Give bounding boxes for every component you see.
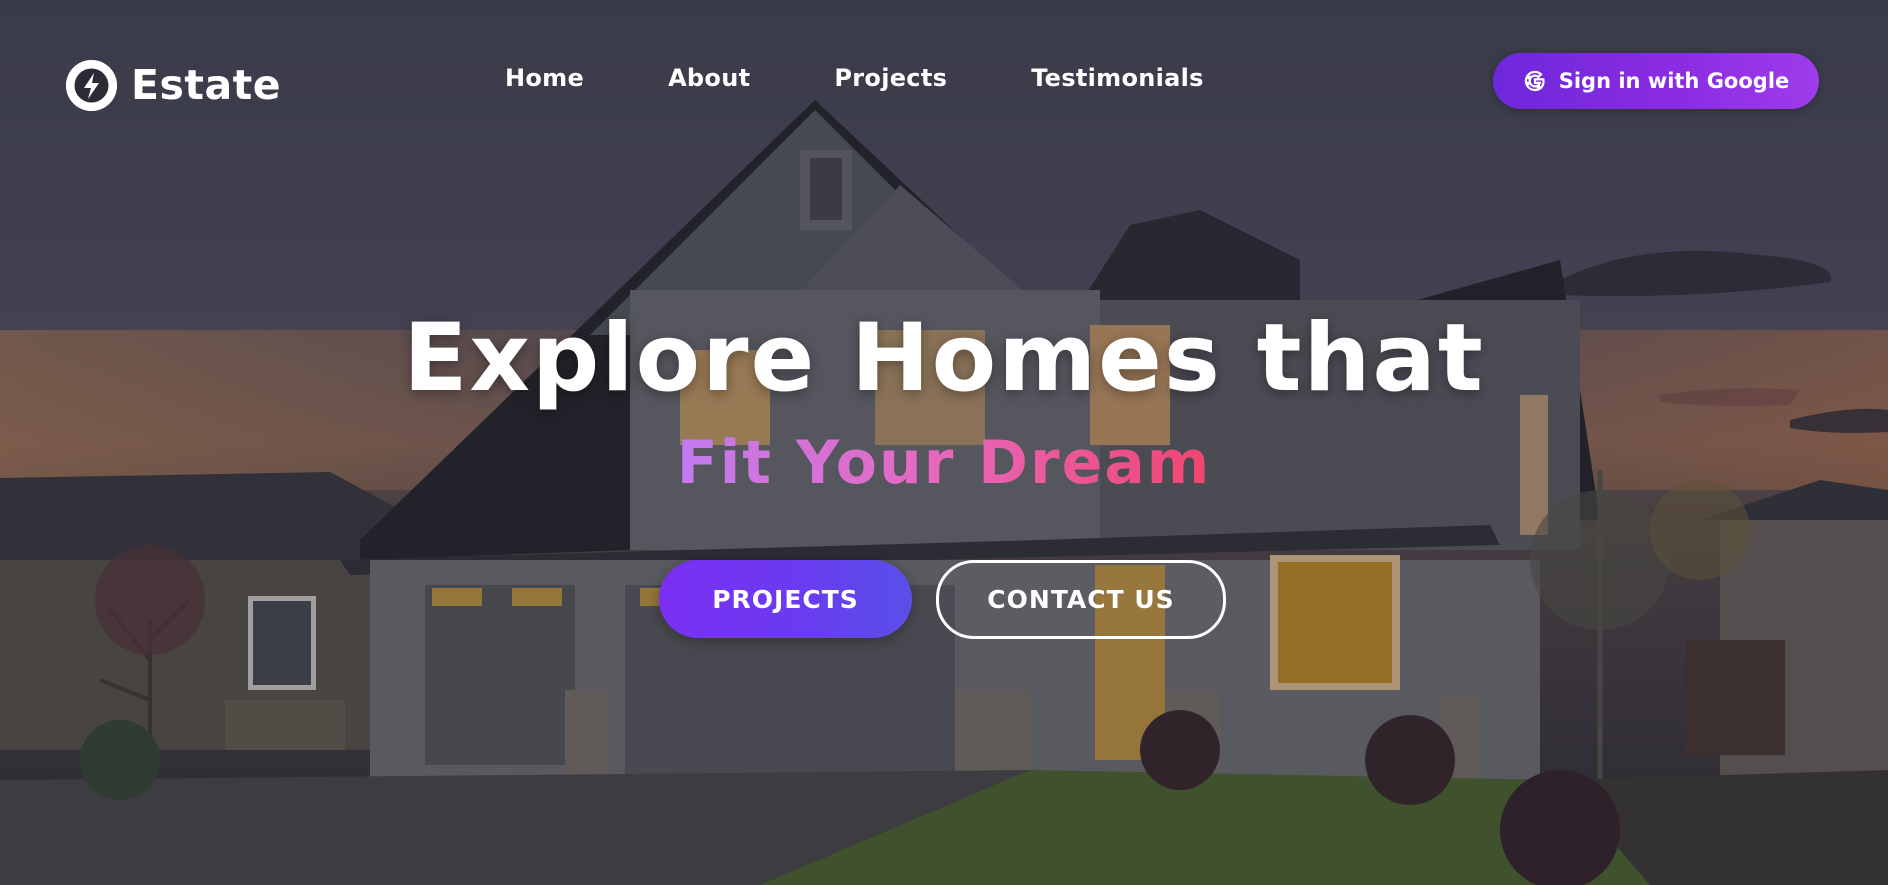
cta-row: PROJECTS CONTACT US (659, 560, 1226, 639)
hero-headline: Explore Homes that (403, 304, 1485, 413)
contact-us-button[interactable]: CONTACT US (936, 560, 1226, 639)
hero-subheadline-text: Fit Your Dream (676, 428, 1212, 498)
nav-link-testimonials[interactable]: Testimonials (1031, 64, 1204, 92)
top-navigation: Estate Home About Projects Testimonials … (0, 0, 1888, 166)
brand-name: Estate (131, 61, 282, 109)
sign-in-label: Sign in with Google (1558, 69, 1790, 93)
nav-links: Home About Projects Testimonials (505, 64, 1204, 92)
nav-link-about[interactable]: About (668, 64, 750, 92)
nav-link-projects[interactable]: Projects (834, 64, 947, 92)
hero-subheadline: Fit Your Dream (0, 433, 1888, 493)
nav-link-home[interactable]: Home (505, 64, 584, 92)
brand[interactable]: Estate (66, 58, 281, 112)
projects-button[interactable]: PROJECTS (659, 560, 912, 638)
google-g-icon (1523, 69, 1547, 93)
sign-in-with-google-button[interactable]: Sign in with Google (1493, 53, 1819, 109)
lightning-bolt-icon (66, 59, 117, 111)
hero-section: Estate Home About Projects Testimonials … (0, 0, 1888, 885)
